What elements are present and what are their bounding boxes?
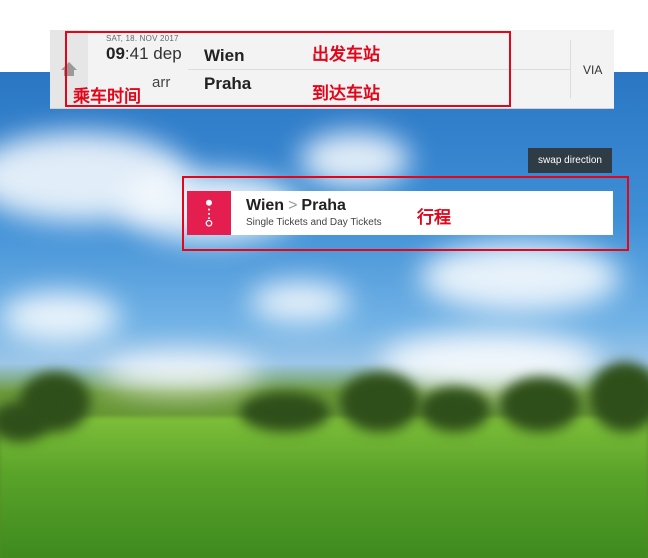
route-separator: > (288, 197, 298, 214)
route-icon (187, 191, 231, 235)
route-title: Wien > Praha (246, 197, 346, 215)
to-station-field[interactable]: Praha (204, 74, 251, 94)
route-path-icon (205, 199, 213, 227)
divider (570, 40, 571, 98)
route-subtitle: Single Tickets and Day Tickets (246, 217, 382, 228)
swap-direction-button[interactable]: swap direction (528, 148, 612, 173)
via-button[interactable]: VIA (583, 63, 602, 77)
annotation-itinerary: 行程 (417, 208, 451, 228)
home-icon (61, 62, 77, 76)
route-from: Wien (246, 197, 285, 214)
from-station-field[interactable]: Wien (204, 46, 244, 66)
background-landscape (0, 72, 648, 558)
annotation-ride-time: 乘车时间 (73, 87, 141, 107)
route-card[interactable]: Wien > Praha Single Tickets and Day Ticket… (187, 191, 613, 235)
arrival-label: arr (152, 74, 171, 91)
route-to: Praha (301, 197, 346, 214)
annotation-arrival-station: 到达车站 (312, 84, 380, 104)
annotation-departure-station: 出发车站 (312, 45, 380, 65)
